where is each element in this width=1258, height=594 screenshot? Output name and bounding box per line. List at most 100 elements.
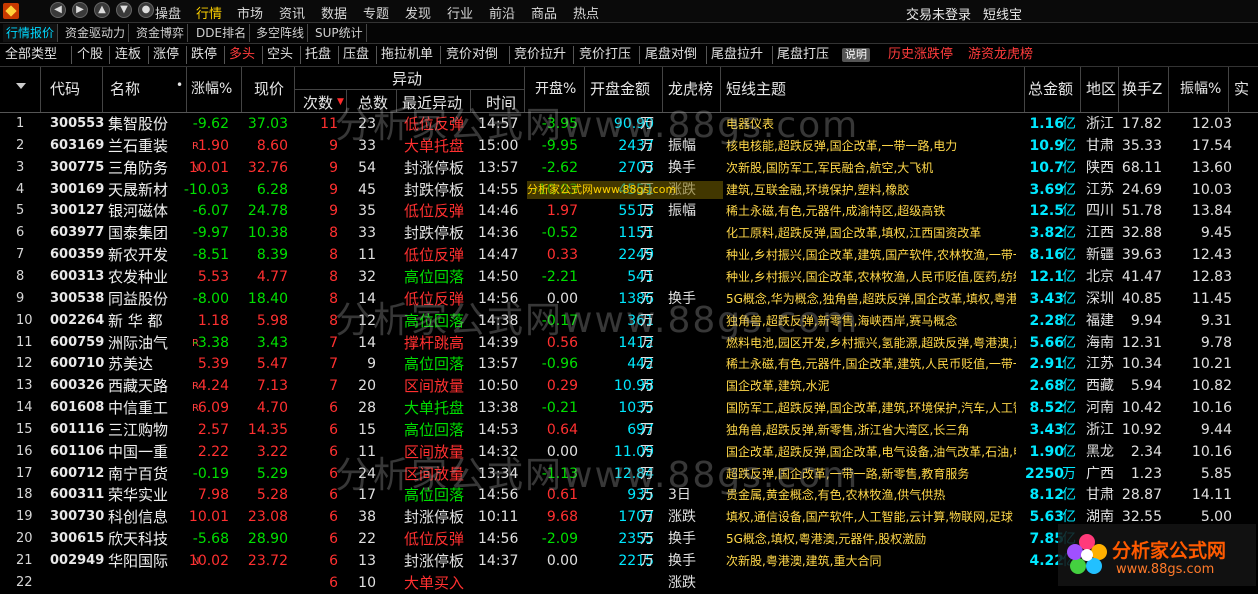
amplitude: 12.83 [1191, 268, 1232, 285]
region: 江苏 [1086, 181, 1114, 198]
open-pct: 0.29 [546, 378, 578, 395]
abnormal-total: 11 [358, 247, 376, 264]
menu-faxian[interactable]: 发现 [405, 3, 431, 22]
col-name-sort-icon[interactable]: • [176, 78, 183, 92]
watermark: 分析家公式网www.88gs.com [335, 105, 860, 146]
price: 5.98 [256, 312, 288, 329]
menu-shangpin[interactable]: 商品 [531, 3, 557, 22]
back-icon[interactable]: ◀ [50, 2, 66, 18]
filter-limit-down[interactable]: 跌停 [191, 46, 217, 64]
table-row[interactable]: 13 600326 西藏天路 R 4.24 7.13 7 20 区间放量 10:50 0.29 10.… [0, 375, 1258, 397]
hot-money-link[interactable]: 游资龙虎榜 [968, 46, 1033, 64]
tab-capital-game[interactable]: 资金博弈 [133, 24, 189, 42]
open-pct: 0.00 [546, 553, 578, 569]
recent-abnormal: 大单托盘 [404, 399, 465, 418]
abnormal-times: 6 [329, 421, 338, 438]
change-pct: -3.38 [192, 334, 229, 351]
change-pct: 6.09 [197, 400, 229, 417]
stock-name: 欣天科技 [108, 530, 169, 549]
filter-bull[interactable]: 多头 [229, 46, 255, 64]
table-row[interactable]: 5 300127 银河磁体 -6.07 24.78 9 35 低位反弹 14:46 1.97 551… [0, 200, 1258, 222]
col-region[interactable]: 地区 [1086, 78, 1116, 99]
menu-redian[interactable]: 热点 [573, 3, 599, 22]
filter-tail-suppress[interactable]: 尾盘打压 [777, 46, 829, 64]
amplitude: 5.85 [1200, 465, 1232, 482]
menu-zhuanti[interactable]: 专题 [363, 3, 389, 22]
col-total-amount[interactable]: 总金额 [1028, 78, 1073, 99]
history-limit-link[interactable]: 历史涨跌停 [888, 46, 953, 64]
tab-sup[interactable]: SUP统计 [312, 24, 367, 42]
filter-auction-rise[interactable]: 竞价拉升 [514, 46, 566, 64]
change-pct: 10.01 [188, 159, 229, 176]
filter-tail-wash[interactable]: 尾盘对倒 [645, 46, 697, 64]
tab-capital-drive[interactable]: 资金驱动力 [62, 24, 130, 42]
sort-indicator-icon[interactable] [16, 83, 26, 89]
tab-dde[interactable]: DDE排名 [193, 24, 251, 42]
menu-hangqing[interactable]: 行情 [196, 3, 222, 22]
table-row[interactable]: 6 603977 国泰集团 -9.97 10.38 8 33 封跌停板 14:36 -0.52 11… [0, 222, 1258, 244]
table-row[interactable]: 12 600710 苏美达 5.39 5.47 7 9 高位回落 13:57 -0.96 442 万稀… [0, 353, 1258, 375]
abnormal-times: 8 [329, 268, 338, 285]
recent-abnormal: 高位回落 [404, 267, 465, 286]
help-button[interactable]: 说明 [842, 48, 870, 62]
table-row[interactable]: 8 600313 农发种业 5.53 4.77 8 32 高位回落 14:50 -2.21 541 万… [0, 266, 1258, 288]
col-open[interactable]: 开盘% [535, 78, 576, 98]
abnormal-time: 10:50 [478, 378, 519, 395]
stock-name: 华阳国际 [108, 552, 169, 570]
filter-press[interactable]: 压盘 [343, 46, 369, 64]
menu-caopan[interactable]: 操盘 [155, 3, 181, 22]
tab-quote[interactable]: 行情报价 [3, 24, 59, 42]
col-price[interactable]: 现价 [254, 78, 284, 99]
menu-shuju[interactable]: 数据 [321, 3, 347, 22]
down-icon[interactable]: ▼ [116, 2, 132, 18]
abnormal-times: 6 [329, 509, 338, 526]
menu-zixun[interactable]: 资讯 [279, 3, 305, 22]
stock-name: 集智股份 [108, 115, 169, 133]
menu-shichang[interactable]: 市场 [237, 3, 263, 22]
table-row[interactable]: 3 300775 三角防务 N 10.01 32.76 9 54 封涨停板 13:57 -2.62 2… [0, 157, 1258, 179]
total-amount-unit: 万 [1062, 465, 1076, 482]
col-name[interactable]: 名称 [110, 78, 140, 99]
filter-bear[interactable]: 空头 [267, 46, 293, 64]
menu-qianyan[interactable]: 前沿 [489, 3, 515, 22]
filter-stock[interactable]: 个股 [77, 46, 103, 64]
total-amount: 3.82 [1029, 225, 1064, 242]
turnover: 5.94 [1130, 378, 1162, 395]
row-index: 22 [16, 574, 33, 590]
login-status[interactable]: 交易未登录 [906, 4, 971, 23]
table-row[interactable]: 7 600359 新农开发 -8.51 8.39 8 11 低位反弹 14:47 0.33 2249… [0, 244, 1258, 266]
up-icon[interactable]: ▲ [94, 2, 110, 18]
theme-tags: 国防军工,超跌反弹,国企改革,建筑,环境保护,汽车,人工智 [726, 401, 1016, 416]
turnover: 39.63 [1121, 247, 1162, 264]
table-row[interactable]: 14 601608 中信重工 R 6.09 4.70 6 28 大单托盘 13:38 -0.21 10… [0, 397, 1258, 419]
menu-hangye[interactable]: 行业 [447, 3, 473, 22]
forward-icon[interactable]: ▶ [72, 2, 88, 18]
row-index: 12 [16, 356, 33, 372]
refresh-icon[interactable]: ● [138, 2, 154, 18]
recent-abnormal: 大单买入 [404, 573, 465, 592]
abnormal-times: 9 [329, 137, 338, 154]
col-extra[interactable]: 实 [1234, 78, 1249, 99]
col-turnover[interactable]: 换手Z [1122, 78, 1162, 99]
region: 西藏 [1086, 378, 1114, 395]
filter-support[interactable]: 托盘 [305, 46, 331, 64]
filter-tail-rise[interactable]: 尾盘拉升 [711, 46, 763, 64]
tab-long-short[interactable]: 多空阵线 [253, 24, 309, 42]
turnover: 2.34 [1130, 443, 1162, 460]
change-pct: -9.62 [192, 116, 229, 132]
table-row[interactable]: 15 601116 三江购物 2.57 14.35 6 15 高位回落 14:53 0.64 697… [0, 419, 1258, 441]
filter-auction-wash[interactable]: 竞价对倒 [446, 46, 498, 64]
col-amplitude[interactable]: 振幅% [1180, 78, 1221, 98]
brand-label[interactable]: 短线宝 [983, 4, 1022, 23]
filter-limit-up[interactable]: 涨停 [153, 46, 179, 64]
col-change[interactable]: 涨幅% [191, 78, 232, 98]
col-times[interactable]: 次数 [303, 92, 333, 113]
filter-all-types[interactable]: 全部类型 [5, 46, 57, 64]
col-code[interactable]: 代码 [50, 78, 80, 99]
turnover: 10.92 [1121, 421, 1162, 438]
filter-auction-suppress[interactable]: 竞价打压 [579, 46, 631, 64]
theme-tags: 独角兽,超跌反弹,新零售,浙江省大湾区,长三角 [726, 422, 970, 437]
open-amount-unit: 万 [640, 225, 654, 242]
filter-consecutive[interactable]: 连板 [115, 46, 141, 64]
filter-tractor[interactable]: 拖拉机单 [381, 46, 433, 64]
